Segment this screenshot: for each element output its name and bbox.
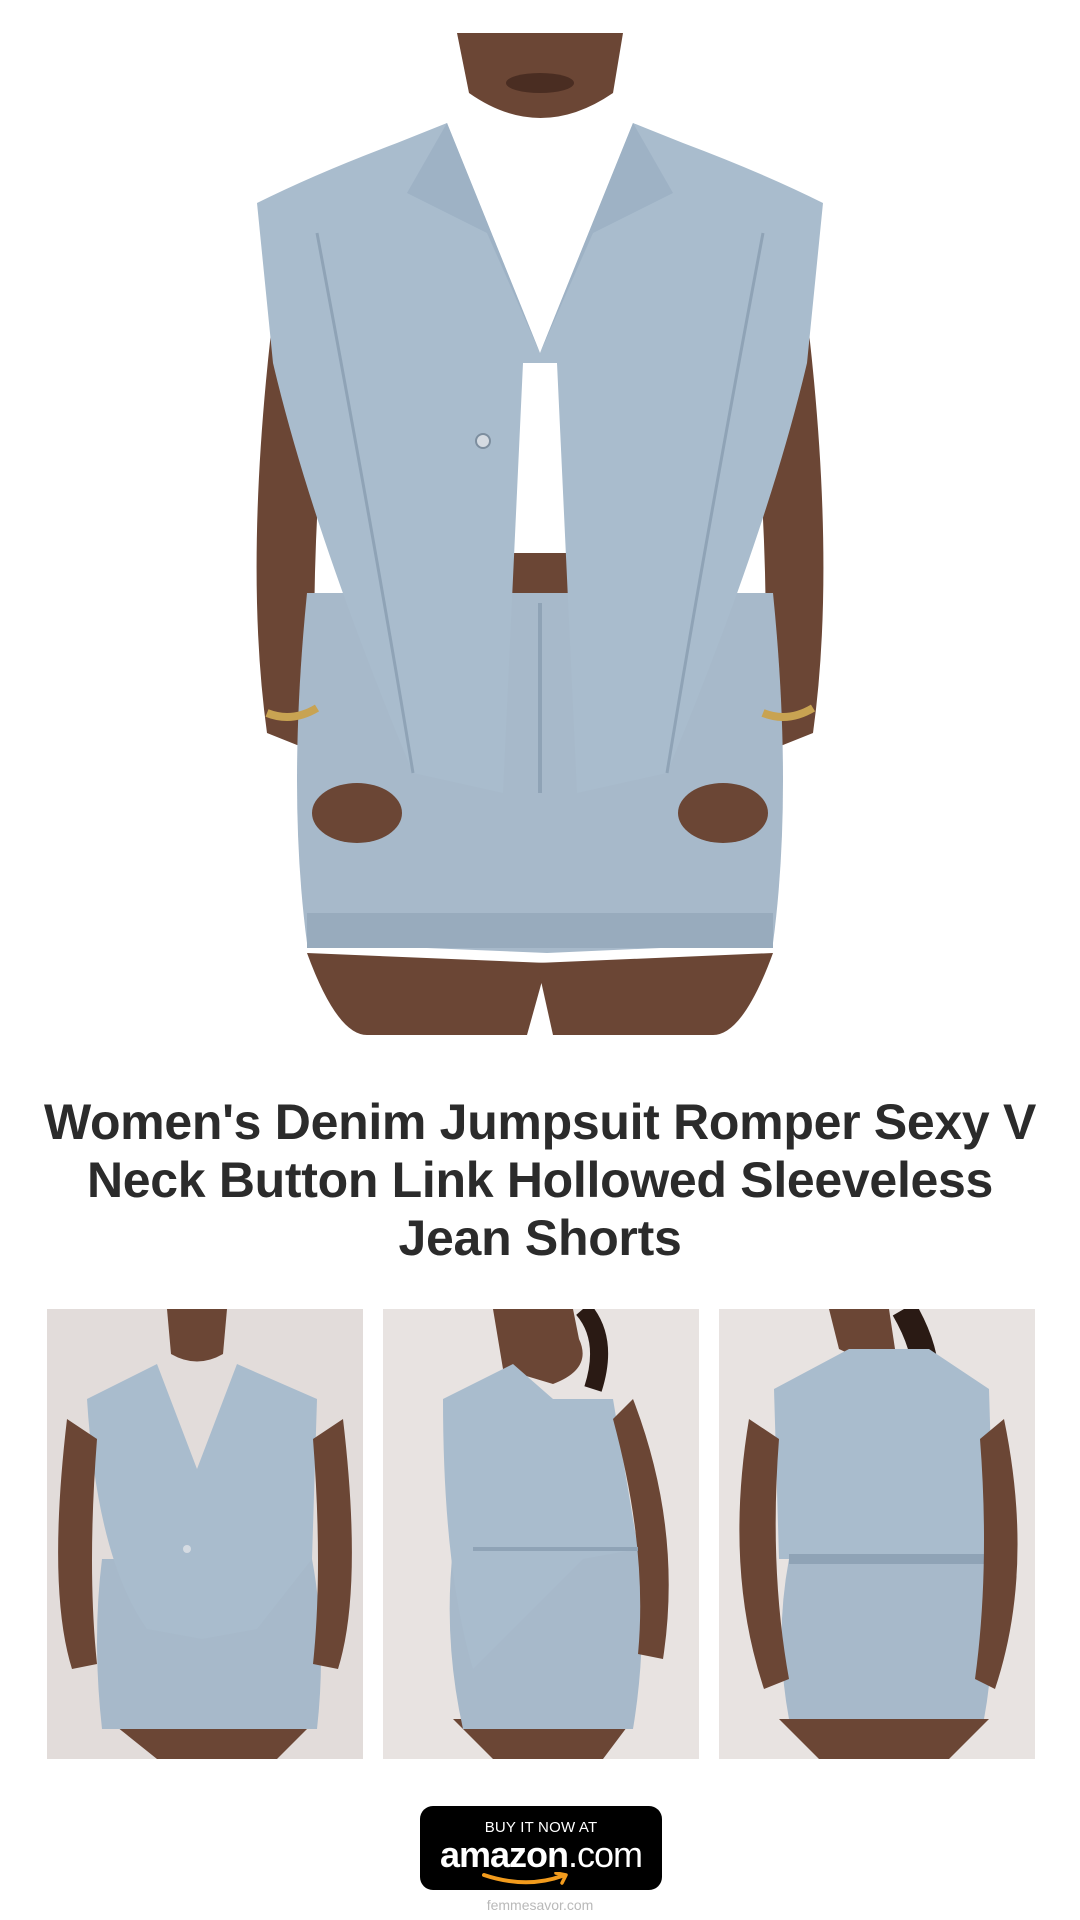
site-domain: femmesavor.com [486,1897,594,1913]
product-gallery [47,1309,1035,1759]
product-title: Women's Denim Jumpsuit Romper Sexy V Nec… [43,1094,1037,1266]
gallery-thumb-back[interactable] [719,1309,1035,1759]
amazon-logo: amazon.com [420,1836,662,1874]
buy-on-amazon-button[interactable]: BUY IT NOW AT amazon.com [420,1806,662,1890]
amazon-logo-main: amazon [439,1834,569,1875]
amazon-logo-suffix: .com [568,1834,643,1875]
amazon-smile-icon [482,1872,568,1885]
gallery-thumb-side[interactable] [383,1309,699,1759]
gallery-thumb-front[interactable] [47,1309,363,1759]
hero-product-image [247,33,833,1035]
